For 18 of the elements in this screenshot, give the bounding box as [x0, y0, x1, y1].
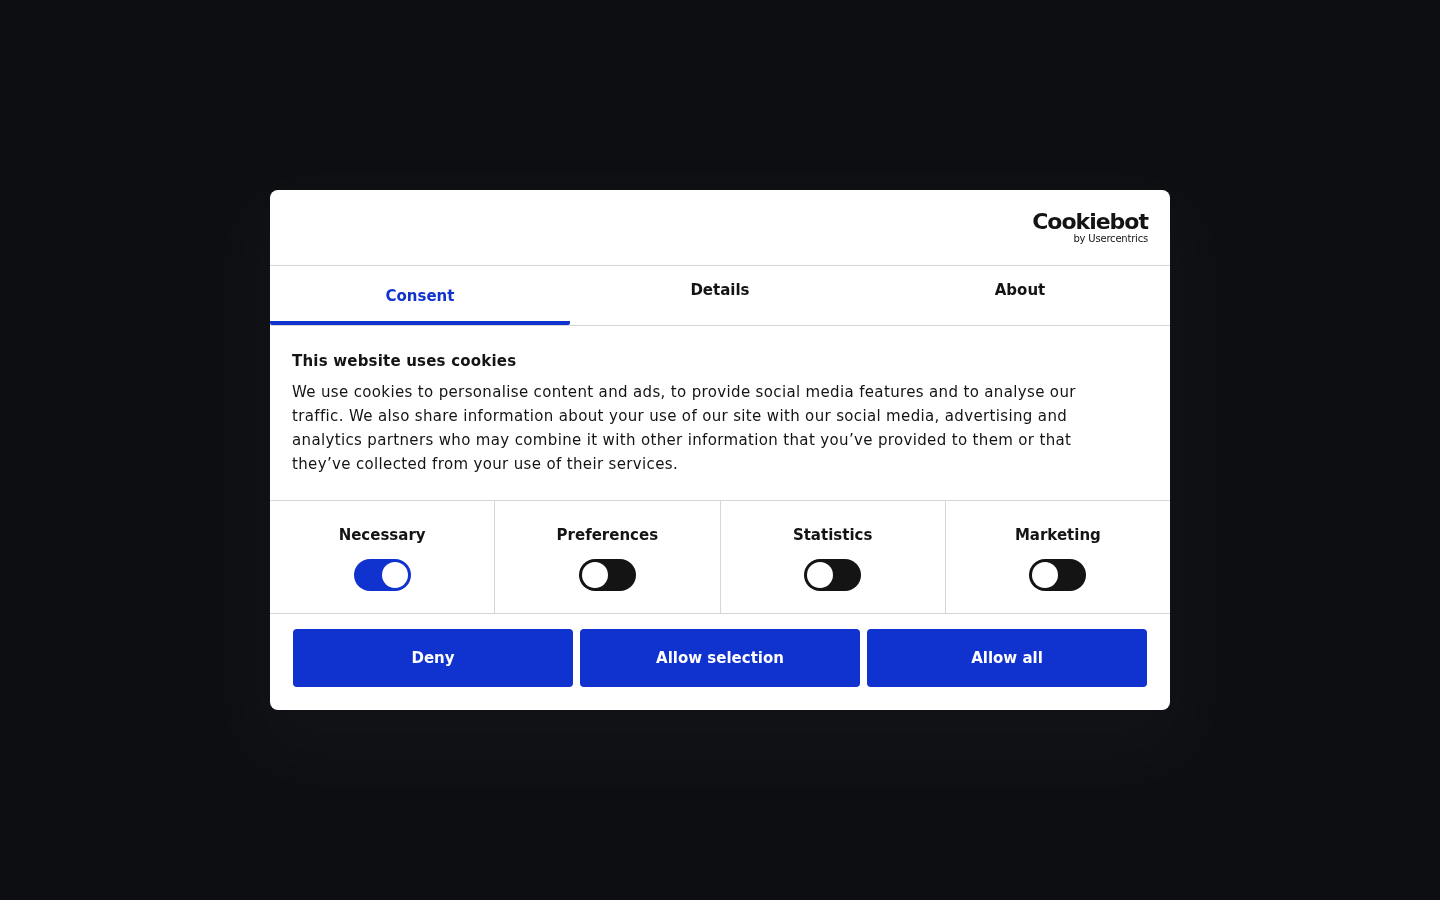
action-button[interactable]: Allow selection [580, 629, 860, 687]
toggle-switch[interactable] [1029, 559, 1087, 591]
toggle-switch[interactable] [353, 559, 411, 591]
consent-description: We use cookies to personalise content and ads, to provide social media features and to analyse our traffic. We also share information about your use of our site with our social media, advertising and analytics partners who may combine it with other information that you’ve provided to them or that they’ve collected from your use of their services. [292, 382, 1077, 475]
logo-byline: by Usercentrics [1073, 232, 1148, 245]
action-button[interactable]: Allow all [867, 629, 1147, 687]
toggle-switch[interactable] [804, 559, 862, 591]
logo-wordmark: Cookiebot [1032, 210, 1148, 233]
tab[interactable]: About [870, 266, 1170, 325]
tab[interactable]: Consent [270, 266, 570, 325]
action-button[interactable]: Deny [293, 629, 573, 687]
category-label: Marketing [1014, 525, 1101, 545]
dialog-heading: This website uses cookies [292, 351, 518, 372]
category-label: Statistics [792, 525, 873, 545]
category-label: Necessary [338, 525, 426, 545]
tab[interactable]: Details [570, 266, 870, 325]
toggle-switch[interactable] [578, 559, 636, 591]
category-label: Preferences [556, 525, 659, 545]
